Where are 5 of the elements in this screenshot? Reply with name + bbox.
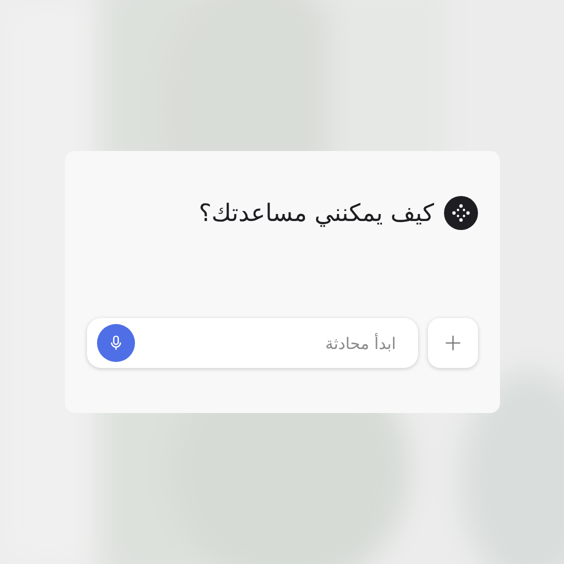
microphone-button[interactable]	[97, 324, 135, 362]
message-field[interactable]: ابدأ محادثة	[87, 318, 418, 368]
heading: كيف يمكنني مساعدتك؟	[198, 198, 434, 229]
plus-icon	[444, 334, 462, 352]
logo-icon	[444, 196, 478, 230]
